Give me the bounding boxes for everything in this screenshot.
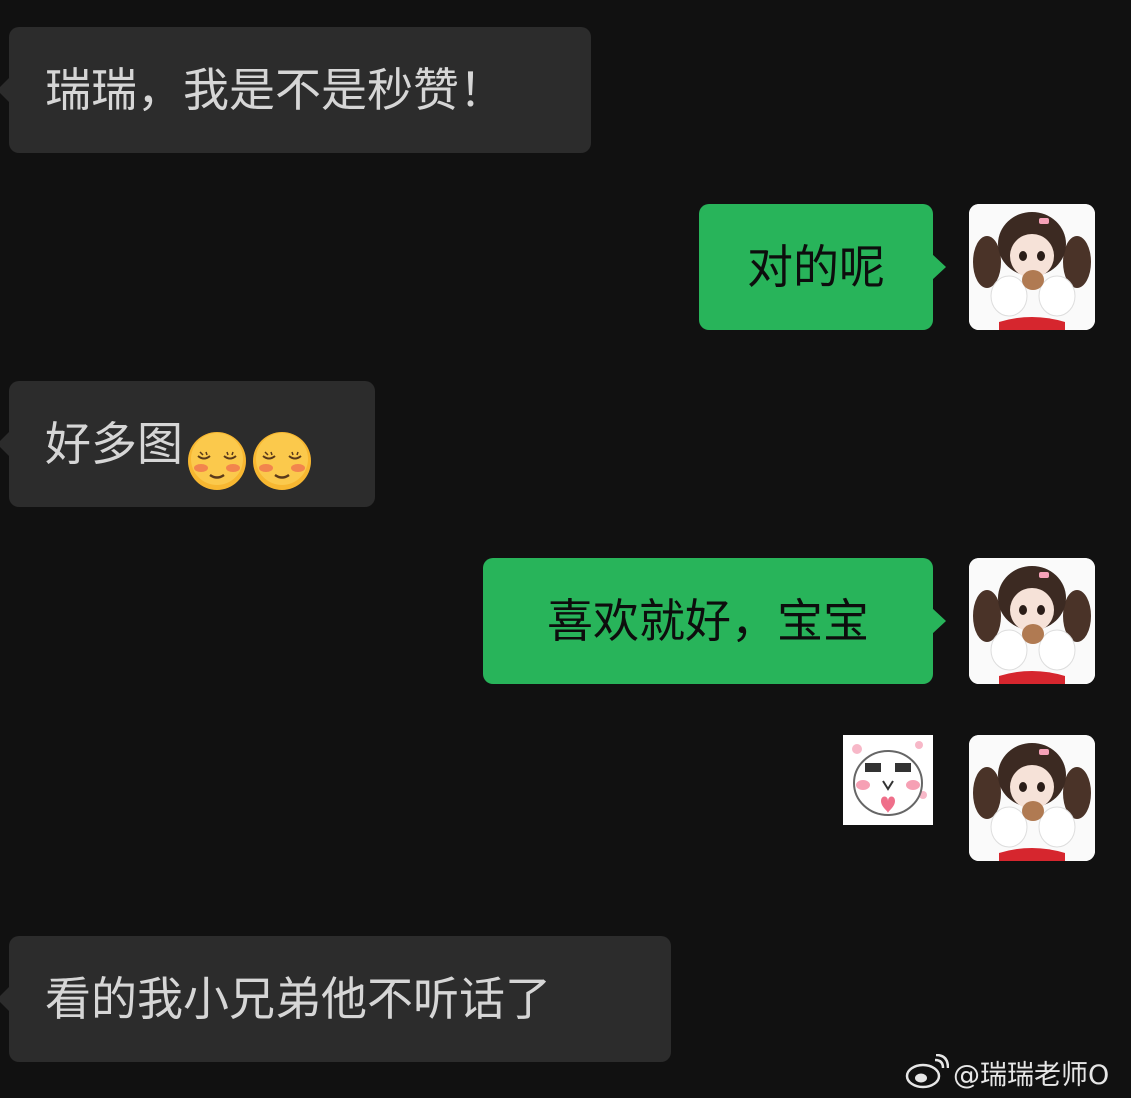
my-avatar[interactable]: [969, 204, 1095, 330]
chat-area: 瑞瑞，我是不是秒赞！ 对的呢 好多图 喜欢就好，宝宝 看的我小兄弟他不听话了 @…: [0, 0, 1131, 1098]
bubble-tail: [0, 77, 10, 103]
sent-message[interactable]: 喜欢就好，宝宝: [483, 558, 946, 684]
message-text: 瑞瑞，我是不是秒赞！: [45, 63, 505, 117]
message-text: 对的呢: [747, 240, 885, 294]
received-message[interactable]: 好多图: [0, 381, 375, 507]
girl-avatar-icon: [969, 558, 1095, 684]
received-message[interactable]: 看的我小兄弟他不听话了: [0, 936, 671, 1062]
sticker-image: [843, 735, 933, 825]
watermark: @瑞瑞老师O: [905, 1052, 1109, 1092]
my-avatar[interactable]: [969, 735, 1095, 861]
girl-avatar-icon: [969, 204, 1095, 330]
sent-message[interactable]: 对的呢: [699, 204, 946, 330]
girl-avatar-icon: [969, 735, 1095, 861]
bubble-tail: [932, 254, 946, 280]
relieved-blushing-face-icon: [251, 413, 313, 490]
relieved-blushing-face-icon: [186, 413, 248, 490]
message-text: 好多图: [45, 417, 183, 471]
message-text: 喜欢就好，宝宝: [547, 594, 869, 648]
bubble-tail: [0, 986, 10, 1012]
received-message[interactable]: 瑞瑞，我是不是秒赞！: [0, 27, 591, 153]
watermark-text: @瑞瑞老师O: [953, 1059, 1110, 1091]
blushing-face-heart-sticker[interactable]: [843, 735, 933, 825]
bubble-tail: [932, 608, 946, 634]
weibo-logo-icon: [905, 1054, 949, 1089]
message-text: 看的我小兄弟他不听话了: [45, 972, 551, 1026]
my-avatar[interactable]: [969, 558, 1095, 684]
bubble-tail: [0, 431, 10, 457]
